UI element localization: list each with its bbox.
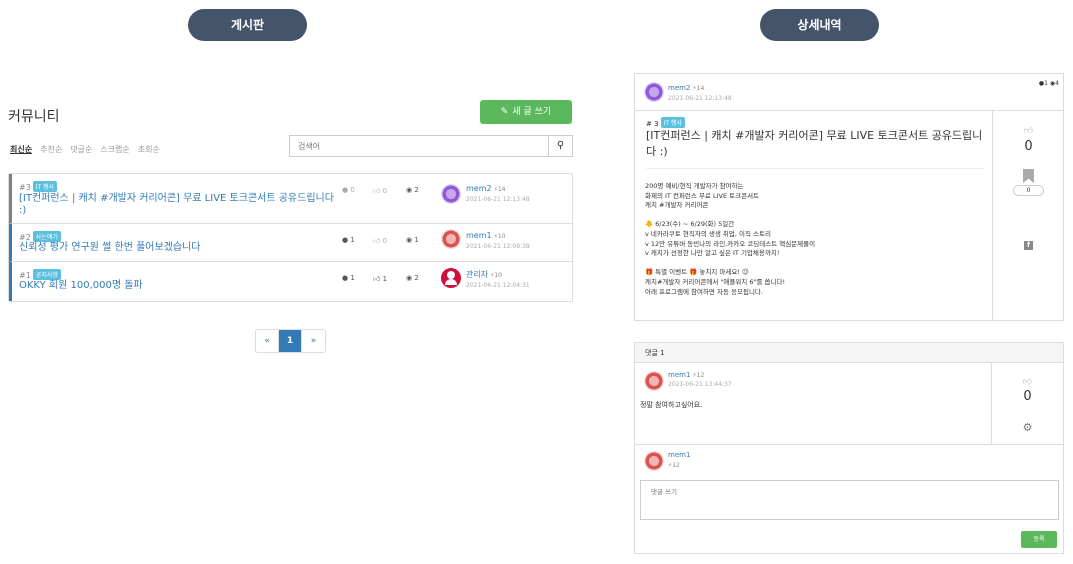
detail-body: 200명 예비/현직 개발자가 참여하는 화제의 IT 컨퍼런스 무료 LIVE… <box>645 182 816 296</box>
sort-tab-views[interactable]: 조회순 <box>138 144 160 155</box>
comment-submit-button[interactable]: 등록 <box>1021 531 1057 548</box>
divider <box>635 444 1063 445</box>
detail-date: 2021-06-21 12:13:48 <box>668 95 732 102</box>
post-author[interactable]: mem2 ⚡14 <box>466 184 505 193</box>
category-badge: IT 행사 <box>660 117 685 128</box>
eye-icon: ◉ <box>406 236 413 244</box>
new-post-label: 새 글 쓰기 <box>512 107 552 117</box>
detail-pill: 상세내역 <box>760 9 879 41</box>
vote-count: 0 <box>1024 139 1033 154</box>
sort-tabs: 최신순 추천순 댓글순 스크랩순 조회순 <box>10 144 160 155</box>
comment-icon: ● <box>342 274 349 282</box>
comment-icon: ● <box>342 186 349 194</box>
view-count: ◉ 2 <box>406 186 419 194</box>
search-input[interactable] <box>289 135 548 157</box>
comment-text: 정말 참여하고싶어요. <box>640 401 703 409</box>
comment-author[interactable]: mem1 ⚡12 <box>668 371 704 379</box>
gear-icon[interactable]: ⚙ <box>992 421 1063 434</box>
like-count: 👍︎ 1 <box>373 275 388 283</box>
thumbs-up-icon: 👍︎ <box>373 187 381 195</box>
sort-tab-recommended[interactable]: 추천순 <box>40 144 62 155</box>
comments-panel: 댓글 1 mem1 ⚡12 2021-06-21 13:44:37 정말 참여하고… <box>634 342 1064 554</box>
new-post-button[interactable]: ✎ 새 글 쓰기 <box>480 100 572 124</box>
post-title[interactable]: OKKY 회원 100,000명 돌파 <box>19 280 337 292</box>
list-item[interactable]: #2 사는얘기 신뢰성 평가 연구원 썰 한번 풀어보겠습니다 ● 1 👍︎ 0 … <box>9 224 572 262</box>
post-list: #3 IT 행사 [IT컨퍼런스 | 캐치 #개발자 커리어콘] 무료 LIVE … <box>8 173 573 302</box>
sort-tab-latest[interactable]: 최신순 <box>10 144 32 155</box>
bookmark-icon[interactable] <box>1023 169 1034 183</box>
detail-number: # 3 IT 행사 <box>646 117 685 128</box>
comment-vote-count: 0 <box>1023 389 1032 404</box>
view-count: ◉ 1 <box>406 236 419 244</box>
post-number: #3 IT 행사 <box>19 181 58 192</box>
post-author[interactable]: 관리자 ⚡10 <box>466 269 502 280</box>
sort-tab-comments[interactable]: 댓글순 <box>70 144 92 155</box>
search-icon: ⚲ <box>556 140 565 151</box>
post-title[interactable]: 신뢰성 평가 연구원 썰 한번 풀어보겠습니다 <box>19 242 337 254</box>
post-detail: mem2 ⚡14 2021-06-21 12:13:48 ●1 ◉4 # 3 IT … <box>634 73 1064 321</box>
eye-icon: ◉ <box>406 186 413 194</box>
category-badge: 공지사항 <box>32 269 61 280</box>
comment-date: 2021-06-21 13:44:37 <box>668 381 732 388</box>
facebook-icon[interactable]: f <box>1024 241 1033 250</box>
board-pill: 게시판 <box>188 9 307 41</box>
avatar <box>441 184 461 204</box>
comment-side-actions: 👍︎ 0 ⚙ <box>991 363 1063 444</box>
detail-counts: ●1 ◉4 <box>1038 80 1059 87</box>
thumbs-up-icon[interactable]: 👍︎ <box>992 377 1063 387</box>
like-count: 👍︎ 0 <box>373 237 388 245</box>
pencil-icon: ✎ <box>500 107 509 117</box>
thumbs-up-icon: 👍︎ <box>373 275 381 283</box>
search-button[interactable]: ⚲ <box>548 135 573 157</box>
avatar <box>644 82 664 102</box>
like-count: 👍︎ 0 <box>373 187 388 195</box>
sort-tab-scraps[interactable]: 스크랩순 <box>100 144 129 155</box>
eye-icon: ◉ <box>406 274 413 282</box>
post-date: 2021-06-21 12:13:48 <box>466 196 530 203</box>
post-number: #1 공지사항 <box>19 269 61 280</box>
avatar <box>644 371 664 391</box>
thumbs-up-icon: 👍︎ <box>373 237 381 245</box>
comment-icon: ● <box>342 236 349 244</box>
pagination: « 1 » <box>255 329 326 353</box>
avatar <box>441 229 461 249</box>
post-number: #2 사는얘기 <box>19 231 61 242</box>
search-box: ⚲ <box>289 135 573 157</box>
post-author[interactable]: mem1 ⚡10 <box>466 231 505 240</box>
detail-title: [IT컨퍼런스 | 캐치 #개발자 커리어콘] 무료 LIVE 토크콘서트 공유… <box>646 129 983 158</box>
writer-name: mem1 <box>668 451 691 459</box>
board-title: 커뮤니티 <box>8 109 60 125</box>
comment-count: ● 1 <box>342 274 355 282</box>
comment-count: ● 1 <box>342 236 355 244</box>
scrap-count: 0 <box>1013 185 1044 196</box>
category-badge: IT 행사 <box>32 181 58 192</box>
prev-page-button[interactable]: « <box>256 330 279 352</box>
detail-header: mem2 ⚡14 2021-06-21 12:13:48 ●1 ◉4 <box>635 74 1063 111</box>
current-page-button[interactable]: 1 <box>279 330 302 352</box>
category-badge: 사는얘기 <box>32 231 61 242</box>
comment-count: ● 0 <box>342 186 355 194</box>
view-count: ◉ 2 <box>406 274 419 282</box>
writer-score: ⚡12 <box>668 462 680 469</box>
post-date: 2021-06-21 12:09:38 <box>466 243 530 250</box>
avatar <box>644 451 664 471</box>
list-item[interactable]: #3 IT 행사 [IT컨퍼런스 | 캐치 #개발자 커리어콘] 무료 LIVE … <box>9 174 572 224</box>
detail-author[interactable]: mem2 ⚡14 <box>668 84 704 92</box>
admin-avatar <box>441 268 461 288</box>
next-page-button[interactable]: » <box>302 330 325 352</box>
post-date: 2021-06-21 12:04:31 <box>466 282 530 289</box>
list-item[interactable]: #1 공지사항 OKKY 회원 100,000명 돌파 ● 1 👍︎ 1 ◉ 2 … <box>9 262 572 301</box>
comments-header: 댓글 1 <box>635 343 1063 363</box>
post-title[interactable]: [IT컨퍼런스 | 캐치 #개발자 커리어콘] 무료 LIVE 토크콘서트 공유… <box>19 193 337 217</box>
divider <box>646 168 984 169</box>
detail-side-actions: 👍︎ 0 0 f <box>992 111 1063 320</box>
thumbs-up-icon[interactable]: 👍︎ <box>993 126 1064 136</box>
comment-input[interactable] <box>640 480 1059 520</box>
